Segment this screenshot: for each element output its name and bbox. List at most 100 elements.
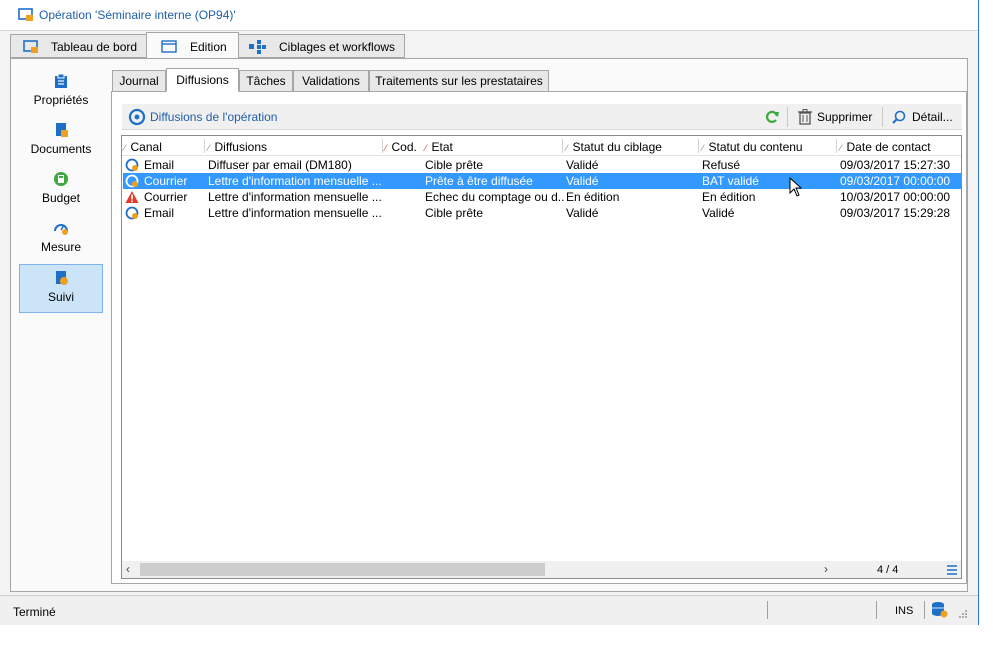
delivery-icon [125, 206, 139, 220]
scroll-right-icon[interactable]: › [824, 562, 828, 576]
budget-icon [54, 172, 68, 186]
column-separator [698, 139, 699, 153]
column-header-diffusions[interactable]: ⁄ Diffusions [208, 140, 267, 154]
cell-diffusion: Lettre d'information mensuelle ... [208, 206, 382, 220]
cell-date: 09/03/2017 15:27:30 [840, 158, 951, 172]
column-separator [562, 139, 563, 153]
column-header-date-contact[interactable]: ⁄ Date de contact [840, 140, 931, 154]
list-menu-icon[interactable] [946, 565, 958, 575]
warning-icon [125, 191, 139, 203]
tab-tableau-de-bord[interactable]: Tableau de bord [10, 34, 147, 58]
tab-label: Ciblages et workflows [279, 40, 396, 54]
diffusions-grid: ⁄ Canal ⁄ Diffusions ⁄ Cod. ⁄ Etat ⁄ Statut d… [121, 135, 962, 579]
cell-ciblage: Validé [566, 206, 599, 220]
detail-button[interactable]: Détail... [888, 104, 958, 130]
cell-diffusion: Diffuser par email (DM180) [208, 158, 352, 172]
subtab-traitements-prestataires[interactable]: Traitements sur les prestataires [369, 70, 549, 92]
operation-icon [18, 8, 33, 21]
status-separator [924, 601, 925, 619]
subtab-journal[interactable]: Journal [112, 70, 166, 92]
nav-label: Mesure [40, 240, 81, 254]
mouse-cursor-icon [789, 177, 803, 197]
nav-label: Suivi [47, 290, 74, 304]
trash-icon [798, 109, 812, 125]
tracking-icon [56, 271, 68, 285]
cell-diffusion: Lettre d'information mensuelle ... [208, 174, 382, 188]
delete-button[interactable]: Supprimer [794, 104, 878, 130]
magnifier-icon [892, 110, 906, 124]
nav-label: Budget [41, 191, 81, 205]
delivery-icon [125, 158, 139, 172]
status-text: Terminé [13, 605, 56, 619]
delivery-icon [128, 108, 146, 126]
column-header-etat[interactable]: ⁄ Etat [425, 140, 453, 154]
detail-label: Détail... [912, 110, 953, 124]
nav-item-documents[interactable]: Documents [19, 122, 103, 156]
documents-icon [56, 123, 68, 137]
toolbar-separator [882, 107, 883, 127]
scroll-left-icon[interactable]: ‹ [126, 562, 130, 576]
cell-contenu: En édition [702, 190, 756, 204]
cell-diffusion: Lettre d'information mensuelle ... [208, 190, 382, 204]
resize-grip-icon[interactable] [958, 609, 968, 619]
cell-ciblage: Validé [566, 158, 599, 172]
status-bar: Terminé INS [0, 595, 978, 625]
table-row[interactable]: Email Diffuser par email (DM180) Cible p… [123, 157, 961, 173]
column-header-statut-ciblage[interactable]: ⁄ Statut du ciblage [566, 140, 662, 154]
database-icon[interactable] [931, 601, 949, 619]
nav-item-proprietes[interactable]: Propriétés [19, 73, 103, 107]
column-header-code[interactable]: ⁄ Cod. [385, 140, 417, 154]
cell-canal: Courrier [144, 190, 188, 204]
status-separator [767, 601, 768, 619]
refresh-icon[interactable] [764, 109, 780, 125]
scrollbar-thumb[interactable] [140, 563, 545, 576]
cell-contenu: BAT validé [702, 174, 759, 188]
cell-etat: Prête à être diffusée [425, 174, 533, 188]
nav-item-mesure[interactable]: Mesure [19, 220, 103, 254]
toolbar-title: Diffusions de l'opération [150, 110, 278, 124]
cell-date: 09/03/2017 00:00:00 [840, 174, 951, 188]
cell-date: 10/03/2017 00:00:00 [840, 190, 951, 204]
table-row-selected[interactable]: Courrier Lettre d'information mensuelle … [123, 173, 961, 189]
page-count: 4 / 4 [877, 564, 899, 576]
delete-label: Supprimer [817, 110, 873, 124]
main-window: Opération 'Séminaire interne (OP94)' Tab… [0, 0, 979, 625]
table-row[interactable]: Email Lettre d'information mensuelle ...… [123, 205, 961, 221]
toolbar-separator [787, 107, 788, 127]
tab-label: Tableau de bord [51, 40, 138, 54]
cell-ciblage: Validé [566, 174, 599, 188]
column-header-statut-contenu[interactable]: ⁄ Statut du contenu [702, 140, 803, 154]
cell-etat: Cible prête [425, 206, 484, 220]
cell-ciblage: En édition [566, 190, 620, 204]
cell-contenu: Validé [702, 206, 735, 220]
gauge-icon [54, 224, 68, 235]
subtab-taches[interactable]: Tâches [239, 70, 293, 92]
table-row[interactable]: Courrier Lettre d'information mensuelle … [123, 189, 961, 205]
clipboard-icon [55, 73, 67, 88]
cell-date: 09/03/2017 15:29:28 [840, 206, 951, 220]
column-separator [204, 139, 205, 153]
tab-label: Edition [190, 40, 227, 54]
column-separator [382, 139, 383, 153]
cell-contenu: Refusé [702, 158, 741, 172]
tab-edition[interactable]: Edition [146, 32, 239, 59]
column-separator [836, 139, 837, 153]
nav-item-suivi[interactable]: Suivi [19, 264, 103, 313]
tab-ciblages-et-workflows[interactable]: Ciblages et workflows [238, 34, 405, 58]
cell-canal: Email [144, 158, 175, 172]
title-bar: Opération 'Séminaire interne (OP94)' [0, 0, 978, 31]
window-icon [161, 40, 177, 53]
cell-canal: Courrier [144, 174, 188, 188]
subtab-validations[interactable]: Validations [293, 70, 369, 92]
subtab-diffusions[interactable]: Diffusions [166, 68, 239, 92]
nav-label: Documents [30, 142, 92, 156]
delivery-icon [125, 174, 139, 188]
cell-etat: Cible prête [425, 158, 484, 172]
grid-toolbar: Diffusions de l'opération Supprimer Déta… [122, 104, 962, 130]
nav-item-budget[interactable]: Budget [19, 171, 103, 205]
column-header-canal[interactable]: ⁄ Canal [124, 140, 162, 154]
status-separator [876, 601, 877, 619]
cell-canal: Email [144, 206, 175, 220]
workflow-icon [249, 40, 266, 54]
dashboard-icon [23, 40, 38, 53]
